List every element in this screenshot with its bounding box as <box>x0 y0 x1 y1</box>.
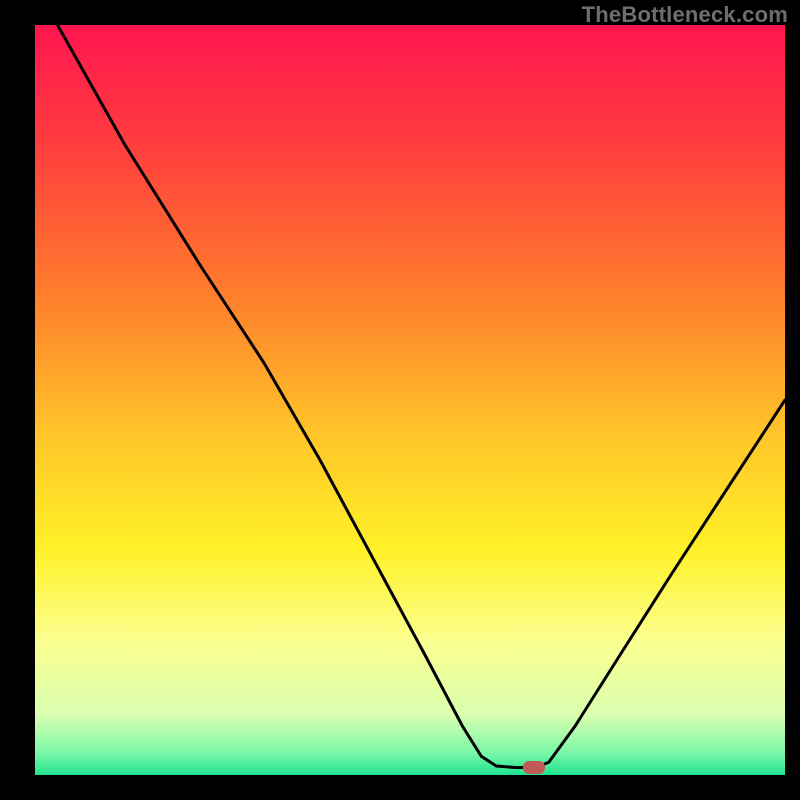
chart-frame: TheBottleneck.com <box>0 0 800 800</box>
gradient-background <box>35 25 785 775</box>
optimal-point-marker <box>523 761 545 774</box>
bottleneck-chart <box>35 25 785 775</box>
